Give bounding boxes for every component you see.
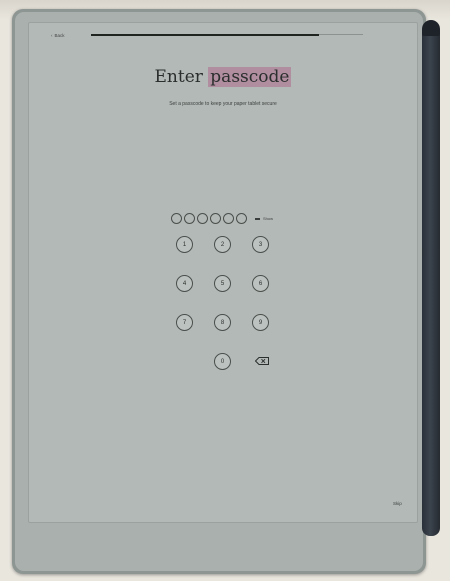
pin-dot bbox=[171, 213, 182, 224]
pin-dot bbox=[184, 213, 195, 224]
stylus-cap bbox=[422, 20, 440, 36]
key-5[interactable]: 5 bbox=[214, 275, 231, 292]
eye-icon[interactable] bbox=[255, 217, 260, 220]
key-4[interactable]: 4 bbox=[176, 275, 193, 292]
key-9[interactable]: 9 bbox=[252, 314, 269, 331]
key-3[interactable]: 3 bbox=[252, 236, 269, 253]
chevron-left-icon: ‹ bbox=[51, 33, 53, 38]
title-highlight: passcode bbox=[208, 67, 292, 87]
skip-button[interactable]: Skip bbox=[393, 501, 402, 506]
progress-track bbox=[319, 34, 363, 35]
show-passcode-label[interactable]: Show bbox=[263, 216, 273, 221]
key-7[interactable]: 7 bbox=[176, 314, 193, 331]
title-text: Enter bbox=[154, 67, 209, 87]
pin-dot bbox=[236, 213, 247, 224]
key-8[interactable]: 8 bbox=[214, 314, 231, 331]
page-title: Enter passcode bbox=[29, 67, 417, 87]
backspace-icon bbox=[255, 357, 269, 365]
pin-dot bbox=[223, 213, 234, 224]
back-button[interactable]: ‹ Back bbox=[51, 33, 65, 38]
pin-dot bbox=[197, 213, 208, 224]
key-6[interactable]: 6 bbox=[252, 275, 269, 292]
progress-bar bbox=[91, 34, 319, 36]
stylus bbox=[422, 22, 440, 536]
key-0[interactable]: 0 bbox=[214, 353, 231, 370]
key-1[interactable]: 1 bbox=[176, 236, 193, 253]
tablet-screen: ‹ Back Enter passcode Set a passcode to … bbox=[28, 22, 418, 523]
pin-dot bbox=[210, 213, 221, 224]
passcode-field[interactable]: Show bbox=[171, 213, 273, 224]
back-label: Back bbox=[54, 33, 65, 38]
key-2[interactable]: 2 bbox=[214, 236, 231, 253]
delete-button[interactable] bbox=[255, 357, 269, 365]
page-subtitle: Set a passcode to keep your paper tablet… bbox=[169, 101, 277, 107]
